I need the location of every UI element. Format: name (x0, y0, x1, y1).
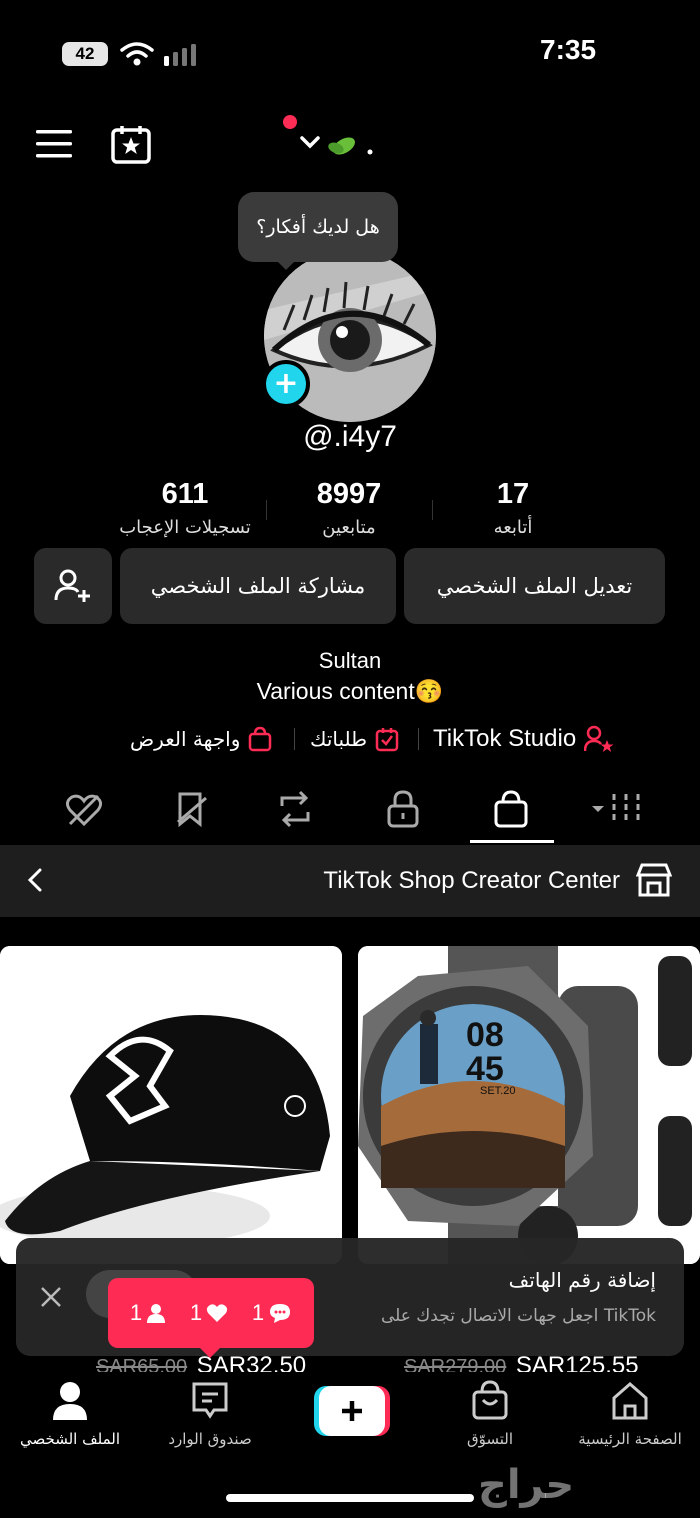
tiktok-studio-label: TikTok Studio (433, 725, 577, 752)
nav-inbox-label: صندوق الوارد (168, 1430, 252, 1448)
product-card-smartwatch[interactable]: 08 45 SET.20 (358, 946, 700, 1264)
tab-favorites-hidden-icon[interactable] (174, 792, 212, 828)
followers-count: 8997 (316, 478, 382, 510)
signal-icon (164, 44, 196, 66)
activity-notification-bubble[interactable]: 1 1 1 (108, 1278, 314, 1358)
new-likes: 1 (190, 1300, 228, 1326)
nav-shop[interactable]: التسوّق (420, 1380, 560, 1448)
following-stat[interactable]: 17 أتابعه (428, 478, 598, 538)
haraj-watermark: حراج (478, 1462, 575, 1508)
watch-date: SET.20 (480, 1085, 515, 1097)
tab-private-lock-icon[interactable] (386, 790, 420, 828)
comments-notif-count: 1 (251, 1300, 265, 1325)
following-label: أتابعه (493, 517, 533, 538)
tab-reposts-icon[interactable] (276, 790, 314, 828)
nav-profile-label: الملف الشخصي (20, 1430, 120, 1448)
new-comments: 1 (252, 1300, 292, 1326)
create-plus-button[interactable] (314, 1386, 390, 1436)
nav-profile[interactable]: الملف الشخصي (0, 1380, 140, 1448)
creator-star-icon (584, 725, 614, 752)
status-time: 7:35 (540, 34, 597, 65)
link-divider (294, 728, 295, 750)
tab-liked-hidden-icon[interactable] (64, 792, 104, 828)
profile-handle: @.i4y7 (303, 420, 397, 453)
new-followers: 1 (130, 1300, 166, 1326)
add-avatar-button[interactable]: + (262, 360, 310, 408)
tiktok-studio-link[interactable]: TikTok Studio (433, 722, 614, 756)
followers-label: متابعين (322, 517, 376, 538)
storefront-icon[interactable] (636, 863, 672, 897)
followers-stat[interactable]: 8997 متابعين (264, 478, 434, 538)
notification-dot (283, 115, 297, 129)
inbox-icon (192, 1382, 228, 1419)
nav-shop-label: التسوّق (466, 1430, 514, 1448)
nav-home-label: الصفحة الرئيسية (578, 1430, 682, 1448)
edit-profile-button[interactable]: تعديل الملف الشخصي (404, 548, 665, 624)
close-icon[interactable] (40, 1286, 62, 1308)
comment-icon (270, 1304, 291, 1323)
menu-icon[interactable] (36, 128, 72, 160)
chevron-left-icon[interactable] (24, 866, 48, 894)
followers-notif-count: 1 (129, 1300, 143, 1325)
chevron-down-icon (300, 136, 373, 155)
likes-stat[interactable]: 611 تسجيلات الإعجاب (100, 478, 270, 538)
order-check-icon (375, 728, 399, 752)
person-icon (147, 1304, 166, 1323)
toast-subtitle: اجعل جهات الاتصال تجدك على TikTok (380, 1306, 656, 1326)
bio-text: Various content😚 (256, 678, 444, 704)
calendar-star-icon[interactable] (110, 124, 152, 164)
watch-minute: 45 (466, 1050, 504, 1088)
ideas-tooltip[interactable]: هل لديك أفكار؟ (238, 192, 398, 270)
product-card-cap[interactable] (0, 946, 342, 1264)
tab-shop-bag-icon[interactable] (493, 790, 529, 828)
battery-indicator: 42 (62, 42, 108, 66)
orders-link[interactable]: طلباتك (310, 722, 399, 756)
nav-home[interactable]: الصفحة الرئيسية (560, 1380, 700, 1448)
likes-notif-count: 1 (189, 1300, 203, 1325)
shopping-bag-icon (249, 726, 272, 752)
toast-title: إضافة رقم الهاتف (508, 1268, 656, 1292)
home-indicator (226, 1494, 474, 1502)
add-user-icon (54, 569, 90, 602)
add-friends-button[interactable] (34, 548, 112, 624)
likes-label: تسجيلات الإعجاب (119, 517, 251, 538)
nav-inbox[interactable]: صندوق الوارد (140, 1380, 280, 1448)
storefront-label: واجهة العرض (130, 727, 241, 751)
home-icon (612, 1382, 648, 1420)
orders-label: طلباتك (310, 727, 368, 751)
profile-tabs (0, 780, 700, 842)
storefront-link[interactable]: واجهة العرض (130, 722, 272, 756)
likes-count: 611 (161, 478, 209, 510)
shop-creator-title[interactable]: TikTok Shop Creator Center (323, 867, 620, 895)
active-tab-indicator (470, 840, 554, 843)
shop-bag-icon (472, 1380, 508, 1420)
account-switcher[interactable] (298, 126, 378, 166)
profile-icon (53, 1382, 87, 1420)
black-cap-image (0, 946, 342, 1264)
heart-icon (207, 1304, 228, 1322)
link-divider (418, 728, 419, 750)
wifi-icon (120, 42, 154, 66)
share-profile-button[interactable]: مشاركة الملف الشخصي (120, 548, 396, 624)
tab-videos-grid-icon[interactable] (590, 792, 644, 826)
watch-hour: 08 (466, 1016, 504, 1054)
smartwatch-image: 08 45 SET.20 (358, 946, 700, 1264)
bio-name: Sultan (318, 648, 382, 673)
following-count: 17 (496, 478, 530, 510)
